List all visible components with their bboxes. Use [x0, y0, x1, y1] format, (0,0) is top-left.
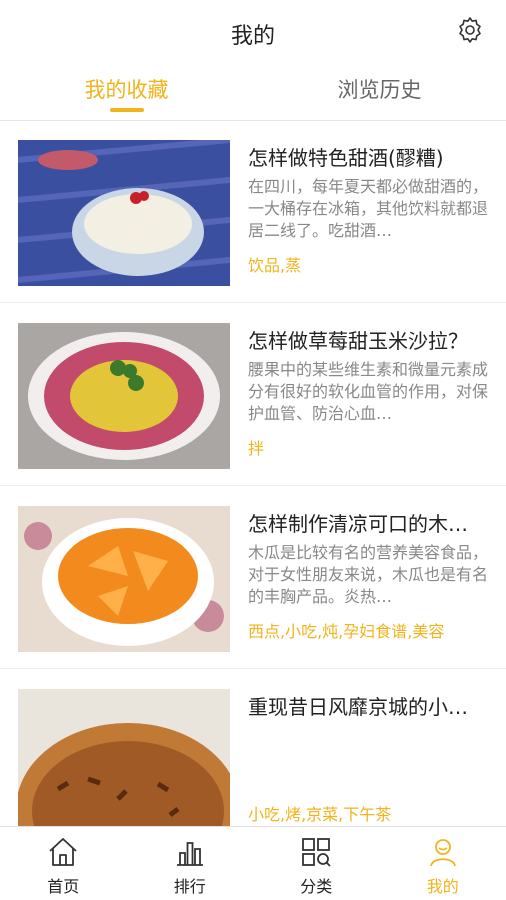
nav-ranking-label: 排行: [173, 877, 206, 896]
recipe-title: 怎样做特色甜酒(醪糟): [248, 146, 444, 170]
list-item[interactable]: 怎样制作清凉可口的木… 木瓜是比较有名的营养美容食品，对于女性朋友来说，木瓜也是…: [0, 486, 506, 669]
recipe-tags: 饮品,蒸: [248, 256, 302, 275]
tab-bar: 我的收藏 浏览历史: [0, 64, 506, 120]
tab-favorites[interactable]: 我的收藏: [0, 74, 253, 104]
recipe-description: 在四川，每年夏天都必做甜酒的，一大桶存在冰箱，其他饮料就都退居二线了。吃甜酒…: [248, 177, 488, 240]
nav-profile[interactable]: 我的: [380, 827, 506, 900]
recipe-description: 木瓜是比较有名的营养美容食品，对于女性朋友来说，木瓜也是有名的丰胸产品。炎热…: [248, 543, 488, 606]
list-item[interactable]: 怎样做特色甜酒(醪糟) 在四川，每年夏天都必做甜酒的，一大桶存在冰箱，其他饮料就…: [0, 120, 506, 303]
recipe-thumbnail: [18, 689, 230, 835]
home-icon: [49, 838, 77, 866]
nav-home-label: 首页: [47, 877, 80, 896]
recipe-title: 怎样做草莓甜玉米沙拉？: [248, 329, 468, 353]
recipe-list: 怎样做特色甜酒(醪糟) 在四川，每年夏天都必做甜酒的，一大桶存在冰箱，其他饮料就…: [0, 120, 506, 852]
nav-ranking[interactable]: 排行: [127, 827, 254, 900]
top-bar: 我的: [0, 0, 506, 64]
recipe-tags: 拌: [248, 439, 265, 458]
gear-icon[interactable]: [456, 16, 484, 44]
recipe-description: 腰果中的某些维生素和微量元素成分有很好的软化血管的作用，对保护血管、防治心血…: [248, 360, 488, 423]
category-icon: [302, 838, 331, 867]
nav-profile-label: 我的: [426, 877, 459, 896]
recipe-thumbnail: [18, 323, 230, 469]
recipe-thumbnail: [18, 506, 230, 652]
recipe-title: 重现昔日风靡京城的小…: [248, 695, 468, 719]
profile-icon: [429, 839, 456, 867]
list-item[interactable]: 怎样做草莓甜玉米沙拉？ 腰果中的某些维生素和微量元素成分有很好的软化血管的作用，…: [0, 303, 506, 486]
tab-active-indicator: [110, 108, 144, 112]
ranking-icon: [176, 842, 203, 866]
nav-home[interactable]: 首页: [0, 827, 127, 900]
recipe-thumbnail: [18, 140, 230, 286]
recipe-tags: 小吃,烤,京菜,下午茶: [248, 805, 392, 824]
recipe-tags: 西点,小吃,炖,孕妇食谱,美容: [248, 622, 445, 641]
tab-history[interactable]: 浏览历史: [253, 74, 506, 104]
recipe-title: 怎样制作清凉可口的木…: [248, 512, 468, 536]
list-item[interactable]: 重现昔日风靡京城的小… 小吃,烤,京菜,下午茶: [0, 669, 506, 852]
nav-category[interactable]: 分类: [253, 827, 380, 900]
nav-category-label: 分类: [300, 877, 333, 896]
bottom-nav: 首页 排行 分类 我的: [0, 826, 506, 900]
page-title: 我的: [230, 24, 275, 49]
